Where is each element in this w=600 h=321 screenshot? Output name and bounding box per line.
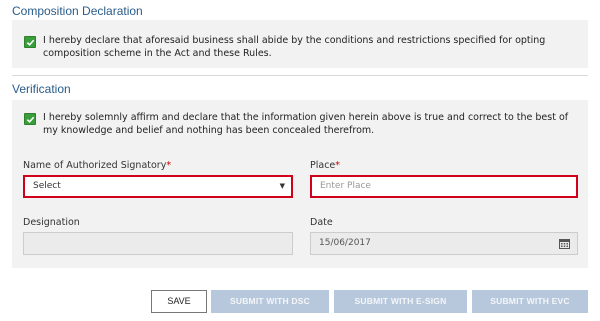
submit-esign-button[interactable]: SUBMIT WITH E-SIGN [334, 290, 467, 313]
place-placeholder: Enter Place [320, 181, 371, 191]
designation-label: Designation [23, 217, 80, 228]
composition-panel: I hereby declare that aforesaid business… [12, 20, 588, 68]
chevron-down-icon: ▼ [279, 182, 285, 190]
verification-section-title: Verification [12, 82, 71, 96]
date-input[interactable]: 15/06/2017 [310, 232, 578, 255]
designation-input[interactable] [23, 232, 293, 255]
calendar-icon[interactable] [559, 237, 570, 258]
required-mark: * [335, 160, 341, 171]
required-mark: * [166, 160, 172, 171]
checkmark-icon [26, 39, 34, 46]
checkmark-icon [26, 116, 34, 123]
section-divider [12, 75, 588, 76]
composition-check-row: I hereby declare that aforesaid business… [24, 34, 576, 60]
verification-checkbox[interactable] [24, 113, 36, 125]
place-input[interactable]: Enter Place [310, 175, 578, 198]
signatory-label-text: Name of Authorized Signatory [23, 160, 167, 171]
verification-declaration-text: I hereby solemnly affirm and declare tha… [43, 112, 569, 136]
composition-section-title: Composition Declaration [12, 4, 143, 18]
submit-evc-button[interactable]: SUBMIT WITH EVC [472, 290, 588, 313]
signatory-label: Name of Authorized Signatory* [23, 160, 171, 171]
place-label-text: Place [310, 160, 336, 171]
composition-declaration-text: I hereby declare that aforesaid business… [43, 35, 546, 59]
submit-dsc-button[interactable]: SUBMIT WITH DSC [211, 290, 329, 313]
date-label: Date [310, 217, 333, 228]
verification-check-row: I hereby solemnly affirm and declare tha… [24, 111, 576, 137]
signatory-select-value: Select [33, 181, 61, 191]
save-button[interactable]: SAVE [151, 290, 207, 313]
place-label: Place* [310, 160, 340, 171]
signatory-select[interactable]: Select ▼ [23, 175, 293, 198]
date-value: 15/06/2017 [319, 238, 371, 248]
composition-checkbox[interactable] [24, 36, 36, 48]
